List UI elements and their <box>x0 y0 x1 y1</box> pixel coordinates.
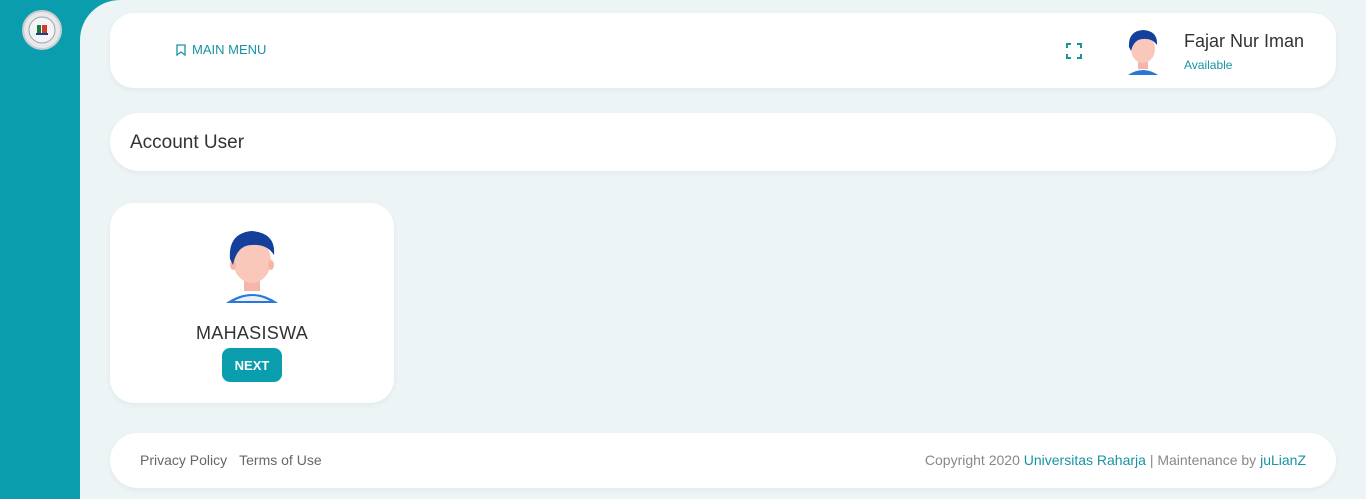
terms-of-use-link[interactable]: Terms of Use <box>239 452 321 468</box>
user-avatar-icon <box>226 231 278 303</box>
role-card: MAHASISWA NEXT <box>110 203 394 403</box>
main-menu-link[interactable]: MAIN MENU <box>176 42 266 57</box>
main-menu-label: MAIN MENU <box>192 42 267 57</box>
role-name: MAHASISWA <box>195 323 309 343</box>
user-name[interactable]: Fajar Nur Iman <box>1184 31 1304 52</box>
page-title: Account User <box>130 132 245 153</box>
org-link[interactable]: Universitas Raharja <box>1024 452 1146 468</box>
footer: Privacy Policy Terms of Use Copyright 20… <box>110 433 1336 488</box>
user-avatar-icon[interactable] <box>1122 25 1164 77</box>
top-navbar: MAIN MENU Fajar Nur Iman Available <box>110 13 1336 88</box>
fullscreen-icon[interactable] <box>1066 43 1082 59</box>
page-title-bar: Account User <box>110 113 1336 171</box>
university-logo-icon[interactable] <box>22 10 62 50</box>
user-status: Available <box>1184 58 1233 72</box>
copyright-separator: | Maintenance by <box>1149 452 1257 468</box>
footer-links: Privacy Policy Terms of Use <box>140 452 322 468</box>
maintainer-link[interactable]: juLianZ <box>1260 452 1306 468</box>
sidebar <box>0 0 80 499</box>
copyright-prefix: Copyright 2020 <box>924 452 1020 468</box>
bookmark-icon <box>176 43 186 56</box>
copyright: Copyright 2020 Universitas Raharja | Mai… <box>925 452 1306 468</box>
privacy-policy-link[interactable]: Privacy Policy <box>140 452 227 468</box>
next-button[interactable]: NEXT <box>222 348 282 382</box>
